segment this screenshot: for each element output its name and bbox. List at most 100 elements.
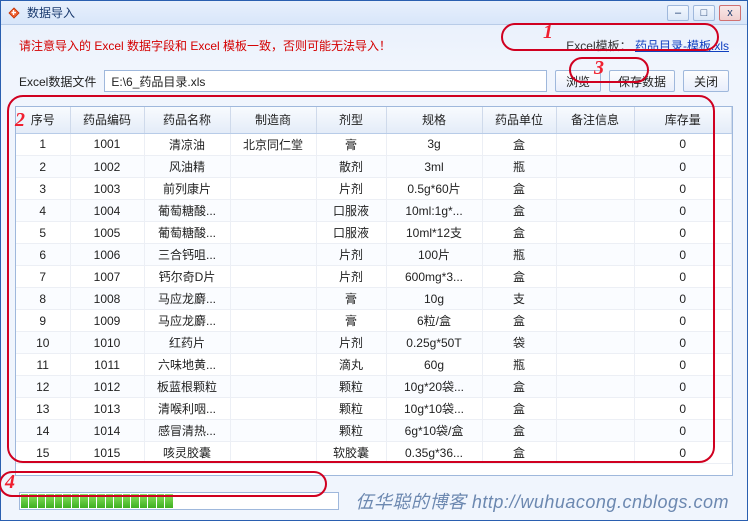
cell-mfr [230,310,316,332]
template-link[interactable]: 药品目录-模板.xls [635,39,729,53]
cell-seq: 5 [16,222,70,244]
cell-code: 1001 [70,134,144,156]
cell-remark [556,134,634,156]
cell-seq: 9 [16,310,70,332]
table-row[interactable]: 51005葡萄糖酸...口服液10ml*12支盒0 [16,222,732,244]
table-row[interactable]: 141014感冒清热...颗粒6g*10袋/盒盒0 [16,420,732,442]
column-header[interactable]: 库存量 [634,107,732,133]
watermark-text: 伍华聪的博客 http://wuhuacong.cnblogs.com [355,488,729,514]
column-header[interactable]: 序号 [16,107,70,133]
table-row[interactable]: 31003前列康片片剂0.5g*60片盒0 [16,178,732,200]
cell-remark [556,178,634,200]
cell-mfr [230,398,316,420]
column-header[interactable]: 规格 [386,107,482,133]
template-label: Excel模板： [566,39,631,53]
cell-unit: 瓶 [482,244,556,266]
titlebar: 数据导入 – □ x [1,1,747,25]
cell-seq: 7 [16,266,70,288]
table-row[interactable]: 21002风油精散剂3ml瓶0 [16,156,732,178]
cell-code: 1009 [70,310,144,332]
table-row[interactable]: 81008马应龙麝...膏10g支0 [16,288,732,310]
cell-stock: 0 [634,398,732,420]
warning-row: 请注意导入的 Excel 数据字段和 Excel 模板一致，否则可能无法导入！ … [15,35,733,56]
window-close-button[interactable]: x [719,5,741,21]
cell-code: 1012 [70,376,144,398]
template-area: Excel模板： 药品目录-模板.xls [566,37,729,54]
cell-stock: 0 [634,376,732,398]
maximize-button[interactable]: □ [693,5,715,21]
cell-unit: 盒 [482,200,556,222]
browse-button[interactable]: 浏览 [555,70,601,92]
warning-text: 请注意导入的 Excel 数据字段和 Excel 模板一致，否则可能无法导入！ [19,37,391,54]
progress-segment [114,494,121,508]
cell-spec: 0.5g*60片 [386,178,482,200]
table-row[interactable]: 151015咳灵胶囊软胶囊0.35g*36...盒0 [16,442,732,464]
cell-name: 三合钙咀... [144,244,230,266]
cell-form: 膏 [316,310,386,332]
table-row[interactable]: 121012板蓝根颗粒颗粒10g*20袋...盒0 [16,376,732,398]
cell-unit: 盒 [482,398,556,420]
cell-name: 马应龙麝... [144,288,230,310]
cell-unit: 支 [482,288,556,310]
data-table: 序号药品编码药品名称制造商剂型规格药品单位备注信息库存量 11001清凉油北京同… [15,106,733,476]
cell-form: 口服液 [316,200,386,222]
cell-stock: 0 [634,442,732,464]
progress-segment [80,494,87,508]
cell-unit: 袋 [482,332,556,354]
column-header[interactable]: 制造商 [230,107,316,133]
cell-spec: 6g*10袋/盒 [386,420,482,442]
table-row[interactable]: 41004葡萄糖酸...口服液10ml:1g*...盒0 [16,200,732,222]
progress-segment [46,494,53,508]
cell-remark [556,354,634,376]
cell-seq: 4 [16,200,70,222]
table-row[interactable]: 101010红药片片剂0.25g*50T袋0 [16,332,732,354]
file-path-input[interactable] [104,70,547,92]
cell-stock: 0 [634,266,732,288]
cell-spec: 10g*10袋... [386,398,482,420]
column-header[interactable]: 药品名称 [144,107,230,133]
table-row[interactable]: 91009马应龙麝...膏6粒/盒盒0 [16,310,732,332]
column-header[interactable]: 剂型 [316,107,386,133]
cell-name: 葡萄糖酸... [144,222,230,244]
cell-name: 板蓝根颗粒 [144,376,230,398]
cell-remark [556,156,634,178]
cell-stock: 0 [634,200,732,222]
column-header[interactable]: 药品编码 [70,107,144,133]
save-button[interactable]: 保存数据 [609,70,675,92]
cell-name: 咳灵胶囊 [144,442,230,464]
table-row[interactable]: 61006三合钙咀...片剂100片瓶0 [16,244,732,266]
cell-name: 清凉油 [144,134,230,156]
progress-segment [123,494,130,508]
column-header[interactable]: 药品单位 [482,107,556,133]
cell-form: 片剂 [316,266,386,288]
column-header[interactable]: 备注信息 [556,107,634,133]
cell-stock: 0 [634,222,732,244]
cell-stock: 0 [634,420,732,442]
cell-name: 六味地黄... [144,354,230,376]
progress-segment [63,494,70,508]
table-row[interactable]: 111011六味地黄...滴丸60g瓶0 [16,354,732,376]
table-row[interactable]: 11001清凉油北京同仁堂膏3g盒0 [16,134,732,156]
progress-segment [38,494,45,508]
cell-remark [556,442,634,464]
minimize-button[interactable]: – [667,5,689,21]
close-button[interactable]: 关闭 [683,70,729,92]
progress-row: 伍华聪的博客 http://wuhuacong.cnblogs.com [15,486,733,514]
table-body-scroll[interactable]: 11001清凉油北京同仁堂膏3g盒021002风油精散剂3ml瓶031003前列… [16,134,732,476]
cell-remark [556,200,634,222]
cell-remark [556,310,634,332]
progress-segment [106,494,113,508]
cell-unit: 盒 [482,310,556,332]
cell-mfr [230,288,316,310]
cell-remark [556,266,634,288]
cell-form: 软胶囊 [316,442,386,464]
table-row[interactable]: 131013清喉利咽...颗粒10g*10袋...盒0 [16,398,732,420]
cell-name: 钙尔奇D片 [144,266,230,288]
progress-segment [97,494,104,508]
cell-form: 颗粒 [316,420,386,442]
cell-spec: 0.35g*36... [386,442,482,464]
cell-remark [556,420,634,442]
table-row[interactable]: 71007钙尔奇D片片剂600mg*3...盒0 [16,266,732,288]
cell-seq: 14 [16,420,70,442]
cell-mfr: 北京同仁堂 [230,134,316,156]
